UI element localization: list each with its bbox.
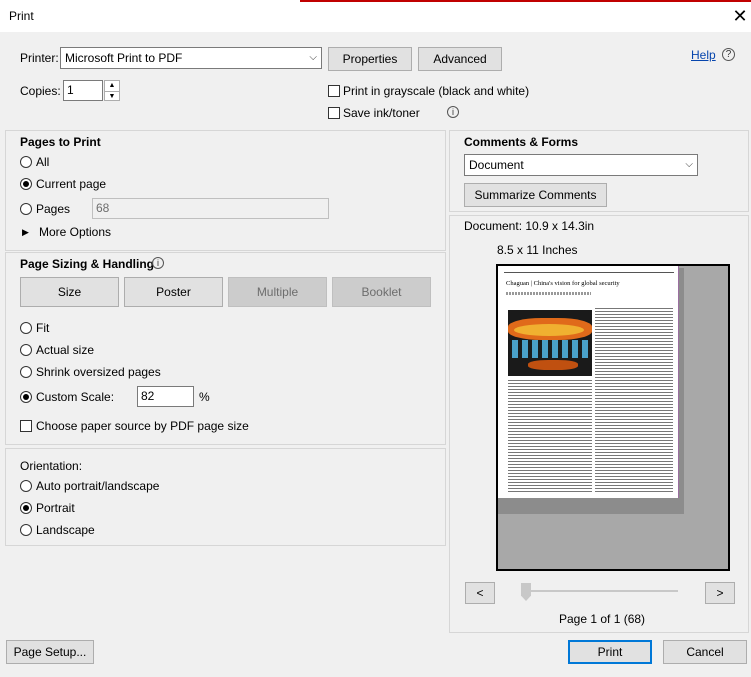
properties-button[interactable]: Properties bbox=[328, 47, 412, 71]
multiple-button[interactable]: Multiple bbox=[228, 277, 327, 307]
page-sizing-title: Page Sizing & Handling bbox=[20, 257, 155, 271]
copies-stepper[interactable]: ▲ ▼ bbox=[104, 80, 120, 101]
custom-scale-label: Custom Scale: bbox=[36, 390, 115, 404]
stepper-down-icon[interactable]: ▼ bbox=[105, 92, 119, 101]
custom-scale-radio[interactable] bbox=[20, 391, 32, 403]
auto-orientation-radio[interactable] bbox=[20, 480, 32, 492]
page-slider-track[interactable] bbox=[522, 590, 678, 592]
percent-label: % bbox=[199, 390, 210, 404]
article-standfirst bbox=[506, 292, 591, 295]
summarize-comments-button[interactable]: Summarize Comments bbox=[464, 183, 607, 207]
comments-forms-value: Document bbox=[469, 158, 524, 172]
grayscale-checkbox[interactable] bbox=[328, 85, 340, 97]
grayscale-label: Print in grayscale (black and white) bbox=[343, 84, 530, 98]
article-left-column bbox=[508, 380, 592, 492]
size-button[interactable]: Size bbox=[20, 277, 119, 307]
article-illustration bbox=[508, 310, 592, 376]
advanced-button[interactable]: Advanced bbox=[418, 47, 502, 71]
title-bar bbox=[0, 0, 751, 32]
window-title: Print bbox=[9, 9, 34, 23]
printer-select[interactable]: Microsoft Print to PDF ⌵ bbox=[60, 47, 322, 69]
pages-label: Pages bbox=[36, 202, 71, 216]
fit-radio[interactable] bbox=[20, 322, 32, 334]
actual-size-radio[interactable] bbox=[20, 344, 32, 356]
info-icon[interactable]: i bbox=[447, 106, 459, 118]
custom-scale-input[interactable]: 82 bbox=[137, 386, 194, 407]
article-title: Chaguan | China's vision for global secu… bbox=[506, 280, 620, 287]
comments-forms-title: Comments & Forms bbox=[464, 135, 579, 149]
actual-size-label: Actual size bbox=[36, 343, 95, 357]
chevron-down-icon: ⌵ bbox=[685, 159, 693, 170]
paper-source-label: Choose paper source by PDF page size bbox=[36, 419, 249, 433]
page-header-rule bbox=[504, 272, 674, 273]
help-icon[interactable]: ? bbox=[722, 48, 735, 61]
copies-label: Copies: bbox=[20, 84, 61, 98]
prev-page-button[interactable]: < bbox=[465, 582, 495, 604]
shrink-radio[interactable] bbox=[20, 366, 32, 378]
printer-select-value: Microsoft Print to PDF bbox=[65, 51, 183, 65]
page-setup-button[interactable]: Page Setup... bbox=[6, 640, 94, 664]
close-icon[interactable]: ✕ bbox=[728, 3, 751, 29]
save-ink-label: Save ink/toner bbox=[343, 106, 420, 120]
more-options-label[interactable]: More Options bbox=[39, 225, 111, 239]
current-page-radio[interactable] bbox=[20, 178, 32, 190]
article-right-column bbox=[595, 308, 673, 492]
info-icon[interactable]: i bbox=[152, 257, 164, 269]
printer-label: Printer: bbox=[20, 51, 59, 65]
landscape-radio[interactable] bbox=[20, 524, 32, 536]
page-status: Page 1 of 1 (68) bbox=[559, 612, 646, 626]
preview-page: Chaguan | China's vision for global secu… bbox=[498, 266, 679, 498]
comments-forms-select[interactable]: Document ⌵ bbox=[464, 154, 698, 176]
document-size-label: Document: 10.9 x 14.3in bbox=[464, 219, 595, 233]
current-page-label: Current page bbox=[36, 177, 107, 191]
paper-size-label: 8.5 x 11 Inches bbox=[497, 243, 578, 257]
cancel-button[interactable]: Cancel bbox=[663, 640, 747, 664]
next-page-button[interactable]: > bbox=[705, 582, 735, 604]
orientation-title: Orientation: bbox=[20, 459, 83, 473]
chevron-down-icon: ⌵ bbox=[309, 52, 317, 63]
paper-source-checkbox[interactable] bbox=[20, 420, 32, 432]
poster-button[interactable]: Poster bbox=[124, 277, 223, 307]
title-bar-accent bbox=[300, 0, 751, 2]
portrait-label: Portrait bbox=[36, 501, 75, 515]
stepper-up-icon[interactable]: ▲ bbox=[105, 81, 119, 92]
copies-input[interactable]: 1 bbox=[63, 80, 103, 101]
expand-triangle-icon[interactable]: ▶ bbox=[22, 227, 29, 238]
landscape-label: Landscape bbox=[36, 523, 95, 537]
print-button[interactable]: Print bbox=[568, 640, 652, 664]
auto-orientation-label: Auto portrait/landscape bbox=[36, 479, 160, 493]
pages-range-input[interactable]: 68 bbox=[92, 198, 329, 219]
shrink-label: Shrink oversized pages bbox=[36, 365, 161, 379]
all-label: All bbox=[36, 155, 50, 169]
fit-label: Fit bbox=[36, 321, 50, 335]
portrait-radio[interactable] bbox=[20, 502, 32, 514]
pages-to-print-title: Pages to Print bbox=[20, 135, 101, 149]
pages-radio[interactable] bbox=[20, 203, 32, 215]
help-link[interactable]: Help bbox=[691, 48, 716, 62]
booklet-button[interactable]: Booklet bbox=[332, 277, 431, 307]
all-radio[interactable] bbox=[20, 156, 32, 168]
save-ink-checkbox[interactable] bbox=[328, 107, 340, 119]
